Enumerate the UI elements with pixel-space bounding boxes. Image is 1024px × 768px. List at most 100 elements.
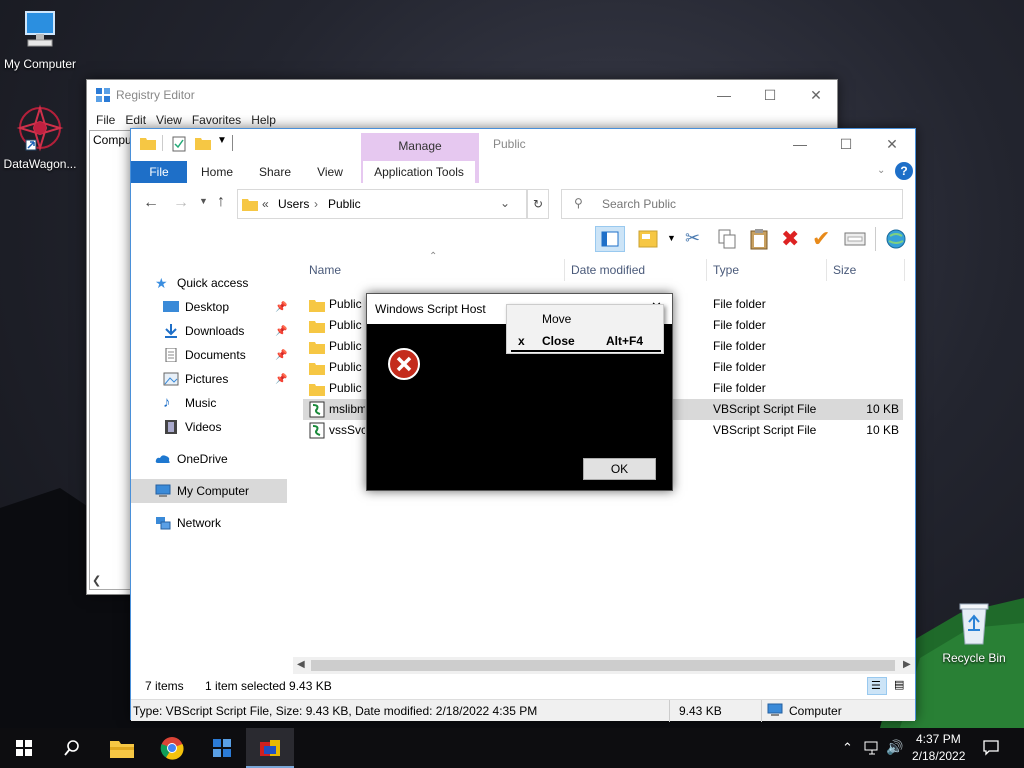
taskbar-file-explorer[interactable] — [98, 728, 146, 768]
ok-button[interactable]: OK — [583, 458, 656, 480]
maximize-button[interactable]: ☐ — [747, 80, 793, 110]
desktop-icon-datawagon[interactable]: DataWagon... — [0, 104, 82, 171]
tab-application-tools[interactable]: Application Tools — [363, 161, 475, 183]
column-header-type[interactable]: Type — [707, 259, 827, 281]
desktop-icon-recycle-bin[interactable]: Recycle Bin — [932, 600, 1016, 665]
breadcrumb-public[interactable]: Public — [328, 197, 361, 211]
refresh-button[interactable]: ↻ — [527, 189, 549, 219]
maximize-button[interactable]: ☐ — [823, 129, 869, 159]
menu-favorites[interactable]: Favorites — [187, 113, 246, 127]
scroll-left-icon[interactable]: ❮ — [92, 574, 101, 587]
clock-time[interactable]: 4:37 PM — [916, 732, 961, 746]
paste-icon[interactable] — [750, 228, 768, 250]
view-options-icon[interactable] — [638, 230, 658, 248]
nav-label: My Computer — [177, 484, 250, 498]
new-folder-icon[interactable] — [195, 136, 211, 150]
properties-icon[interactable] — [172, 136, 186, 152]
nav-videos[interactable]: Videos — [163, 415, 287, 439]
nav-my-computer[interactable]: My Computer — [131, 479, 287, 503]
menu-item-close[interactable]: x Close Alt+F4 — [511, 332, 661, 352]
recent-locations-icon[interactable]: ▼ — [199, 196, 208, 206]
menu-help[interactable]: Help — [246, 113, 281, 127]
back-arrow-icon[interactable]: ← — [143, 194, 159, 212]
desktop-icon-my-computer[interactable]: My Computer — [0, 8, 82, 71]
nav-downloads[interactable]: Downloads 📌 — [163, 319, 287, 343]
rename-check-icon[interactable]: ✔ — [812, 226, 830, 252]
show-hidden-icons-icon[interactable]: ⌃ — [842, 740, 853, 756]
dropdown-arrow-icon[interactable]: ▼ — [667, 233, 676, 243]
minimize-button[interactable]: — — [701, 80, 747, 110]
action-center-icon[interactable] — [983, 740, 999, 756]
close-button[interactable]: ✕ — [793, 80, 839, 110]
help-icon[interactable]: ? — [895, 162, 913, 180]
nav-desktop[interactable]: Desktop 📌 — [163, 295, 287, 319]
cut-icon[interactable]: ✂ — [685, 228, 700, 249]
registry-titlebar[interactable]: Registry Editor — ☐ ✕ — [87, 80, 837, 110]
column-header-size[interactable]: Size — [827, 259, 905, 281]
menu-view[interactable]: View — [151, 113, 187, 127]
menu-file[interactable]: File — [91, 113, 120, 127]
breadcrumb-overflow[interactable]: « — [262, 197, 269, 211]
scrollbar-thumb[interactable] — [311, 660, 895, 671]
tab-file[interactable]: File — [131, 161, 187, 183]
preview-pane-button[interactable] — [595, 226, 625, 252]
taskbar-chrome[interactable] — [148, 728, 196, 768]
scroll-right-icon[interactable]: ▶ — [903, 659, 911, 670]
tab-share[interactable]: Share — [249, 161, 301, 183]
horizontal-scrollbar[interactable]: ◀ ▶ — [293, 657, 915, 674]
address-bar[interactable]: « Users › Public ⌄ — [237, 189, 527, 219]
search-box[interactable]: ⚲ Search Public — [561, 189, 903, 219]
large-icons-view-icon: ▤ — [894, 679, 905, 691]
tab-home[interactable]: Home — [191, 161, 243, 183]
close-icon: ✕ — [886, 135, 898, 152]
nav-quick-access[interactable]: ★ Quick access — [155, 271, 311, 295]
computer-icon — [155, 484, 171, 497]
forward-arrow-icon[interactable]: → — [173, 194, 189, 212]
navigation-pane[interactable]: ★ Quick access Desktop 📌 Downloads 📌 Doc… — [131, 255, 293, 675]
maximize-icon: ☐ — [763, 86, 777, 103]
error-icon — [388, 348, 420, 380]
clock-date[interactable]: 2/18/2022 — [912, 749, 965, 763]
volume-icon[interactable]: 🔊 — [886, 739, 903, 756]
breadcrumb-users[interactable]: Users — [278, 197, 309, 211]
column-header-date[interactable]: Date modified — [565, 259, 707, 281]
scroll-left-icon[interactable]: ◀ — [297, 659, 305, 670]
large-icons-view-button[interactable]: ▤ — [891, 677, 911, 695]
tab-view[interactable]: View — [305, 161, 355, 183]
menu-item-move[interactable]: Move — [542, 312, 571, 326]
preview-pane-icon — [601, 231, 619, 247]
nav-pictures[interactable]: Pictures 📌 — [163, 367, 287, 391]
datawagon-icon — [16, 104, 64, 152]
file-size — [829, 315, 899, 336]
nav-documents[interactable]: Documents 📌 — [163, 343, 287, 367]
cloud-icon — [155, 455, 170, 463]
details-view-button[interactable]: ☰ — [867, 677, 887, 695]
copy-icon[interactable] — [718, 229, 736, 249]
ribbon-expand-icon[interactable]: ⌄ — [877, 165, 885, 176]
tab-label: Share — [258, 165, 292, 179]
nav-onedrive[interactable]: OneDrive — [155, 447, 311, 471]
menu-edit[interactable]: Edit — [120, 113, 151, 127]
taskbar-script-host[interactable] — [246, 728, 294, 768]
close-x-icon: x — [518, 334, 525, 348]
customize-qat-icon[interactable]: ▼ — [217, 135, 227, 146]
start-button[interactable] — [0, 728, 48, 768]
nav-music[interactable]: ♪ Music — [163, 391, 287, 415]
taskbar-registry-editor[interactable] — [198, 728, 246, 768]
registry-editor-icon — [213, 739, 231, 757]
delete-icon[interactable]: ✖ — [781, 226, 799, 252]
up-arrow-icon[interactable]: ↑ — [217, 193, 225, 211]
music-note-icon: ♪ — [163, 394, 171, 411]
network-globe-icon[interactable] — [885, 228, 907, 250]
column-header-name[interactable]: Name — [303, 259, 565, 281]
taskbar: ⌃ 🔊 4:37 PM 2/18/2022 — [0, 728, 1024, 768]
address-dropdown-icon[interactable]: ⌄ — [500, 196, 510, 210]
network-status-icon[interactable] — [864, 741, 880, 755]
registry-tree-root[interactable]: Compu — [93, 133, 132, 147]
nav-network[interactable]: Network — [155, 511, 311, 535]
minimize-button[interactable]: — — [777, 129, 823, 159]
search-button[interactable] — [48, 728, 96, 768]
registry-tree-pane[interactable]: Compu ❮ — [89, 130, 132, 590]
properties-sheet-icon[interactable] — [844, 232, 866, 246]
close-button[interactable]: ✕ — [869, 129, 915, 159]
